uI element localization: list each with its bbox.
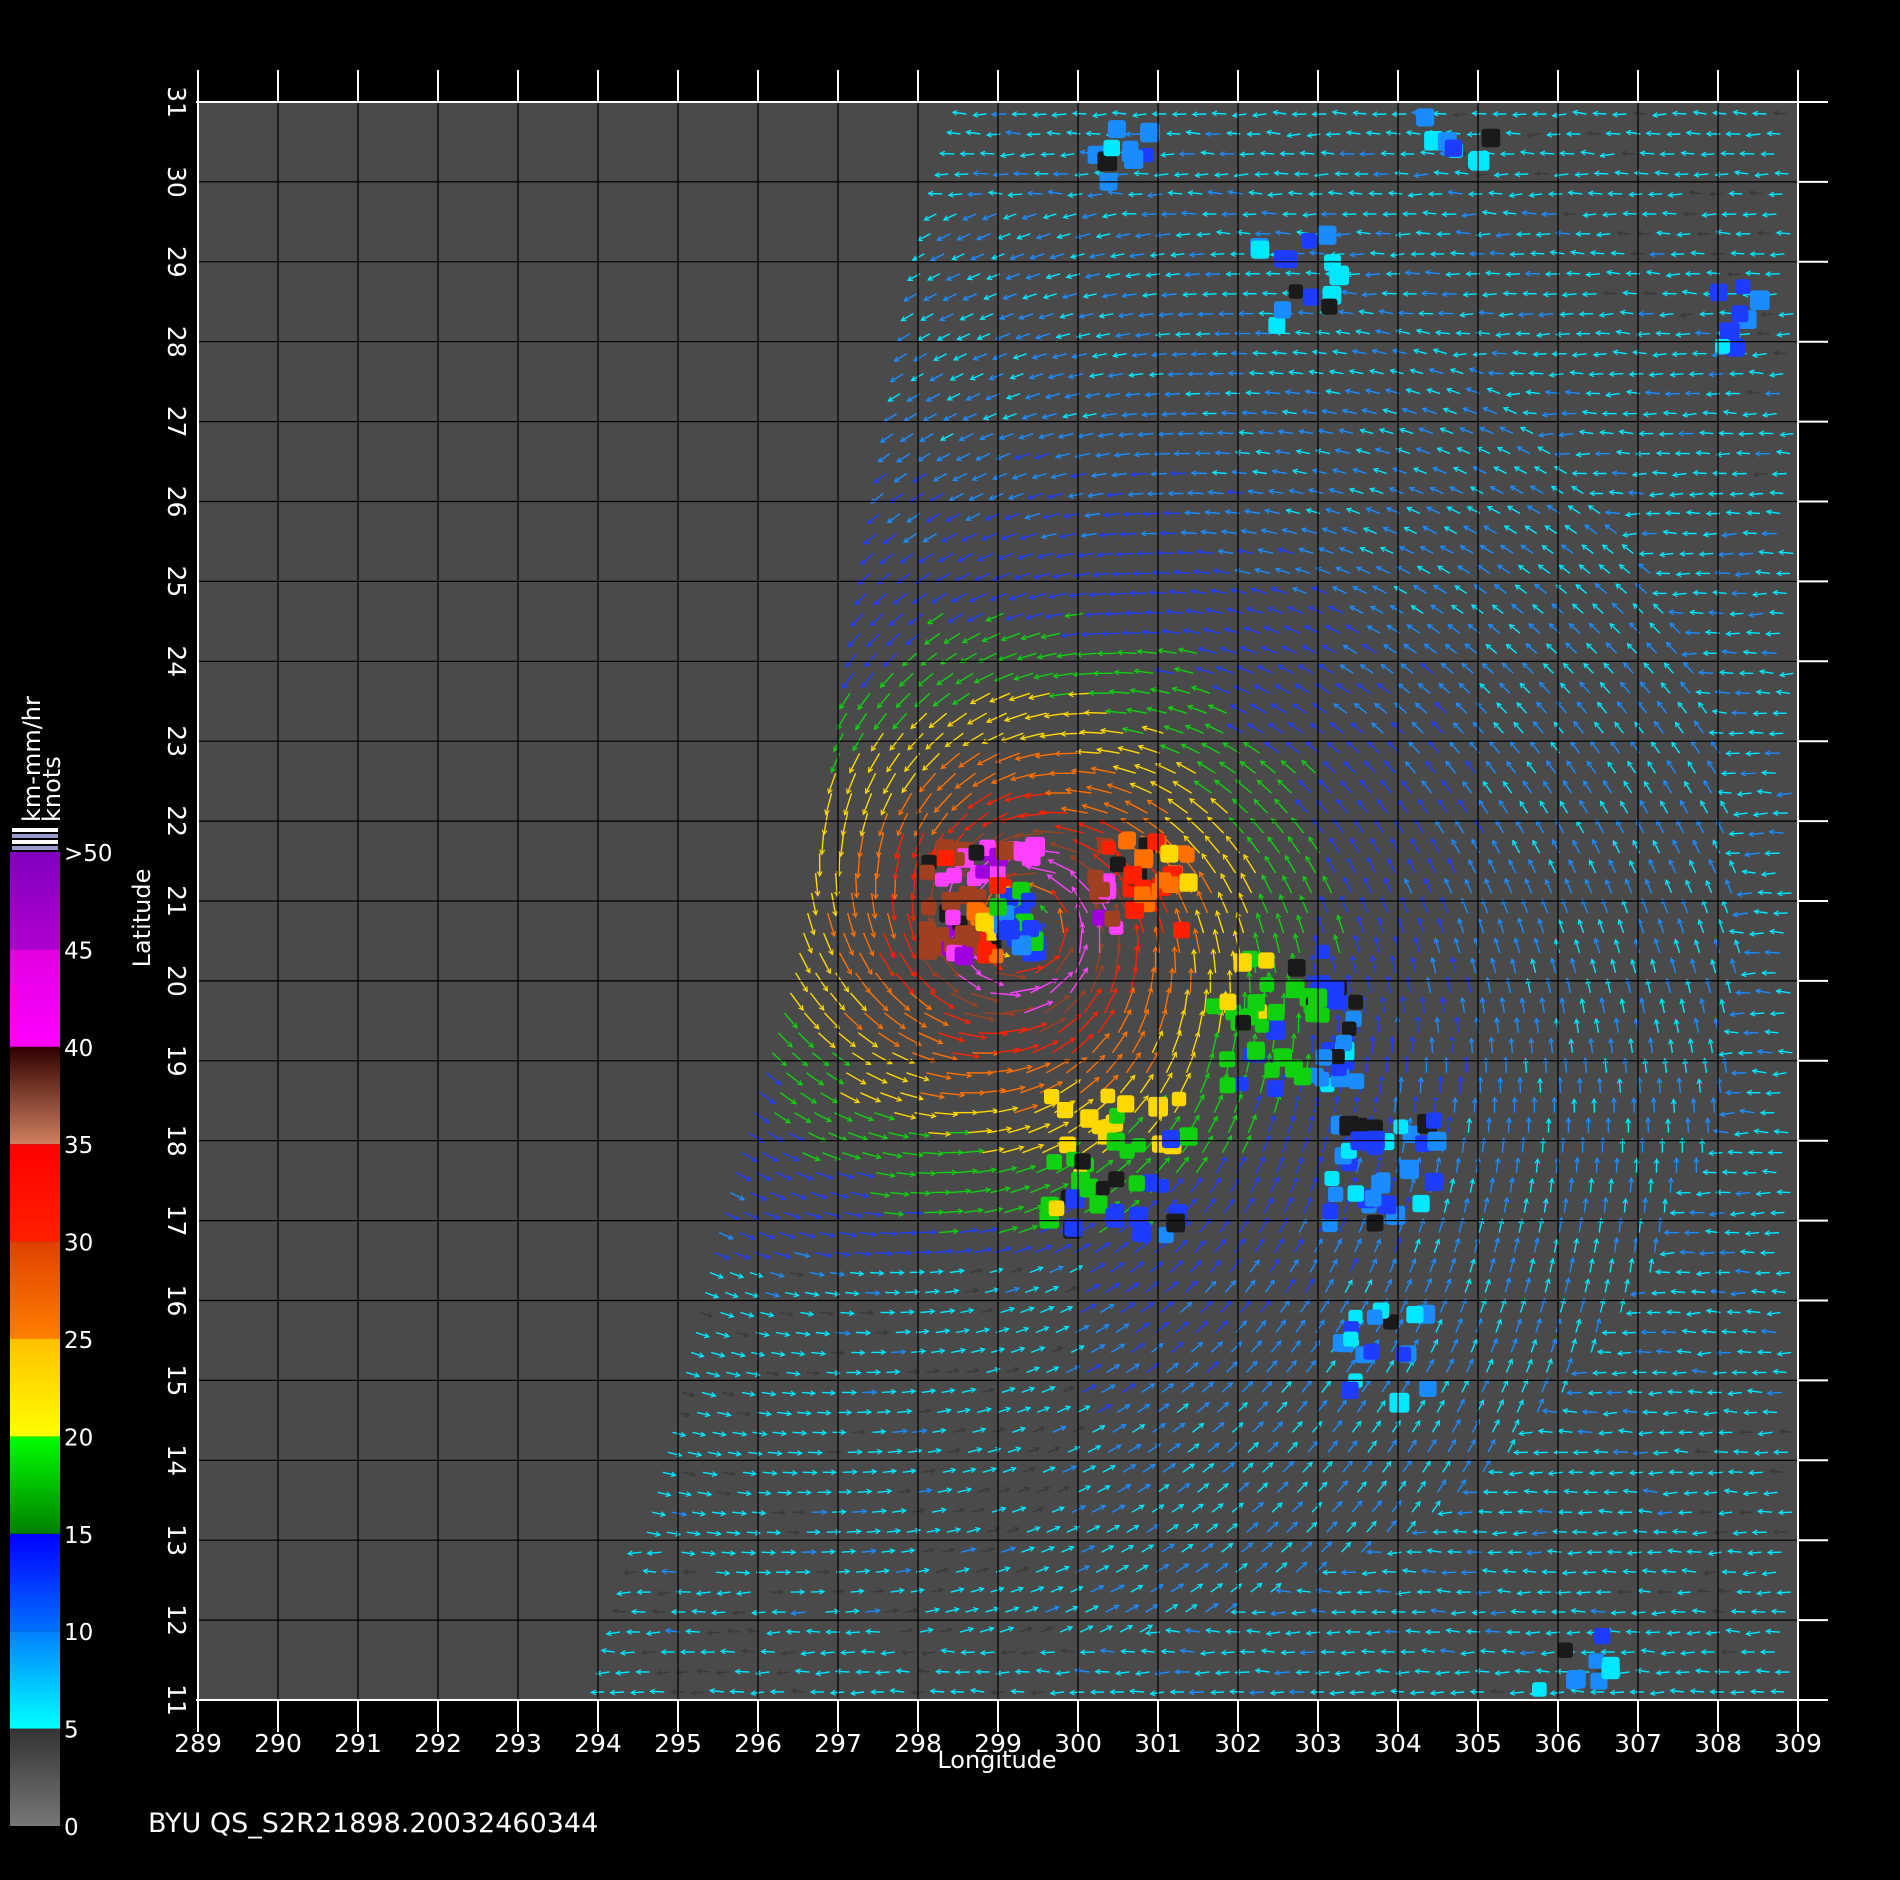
wind-vector [1534, 1451, 1548, 1454]
wind-vector [1766, 1092, 1781, 1095]
wind-vector [1613, 1098, 1616, 1113]
wind-vector [1527, 1117, 1530, 1133]
wind-vector [1581, 1651, 1595, 1654]
wind-vector [1300, 1651, 1315, 1654]
wind-vector [735, 1670, 750, 1673]
wind-vector [1567, 1391, 1582, 1394]
wind-vector [1778, 1511, 1793, 1514]
wind-vector [1728, 1151, 1743, 1154]
wind-vector [1189, 1691, 1205, 1694]
wind-vector [1365, 1056, 1368, 1073]
wind-vector [899, 1231, 917, 1234]
wind-vector [1613, 1451, 1628, 1453]
wind-vector [1391, 1610, 1406, 1613]
wind-vector [837, 1491, 851, 1493]
wind-vector [1621, 1651, 1635, 1654]
wind-vector [807, 1451, 822, 1454]
wind-vector [1448, 1551, 1462, 1553]
wind-vector [730, 1690, 745, 1693]
wind-vector [832, 1511, 846, 1513]
wind-vector [1735, 1671, 1750, 1674]
wind-vector [838, 853, 841, 876]
wind-vector [1419, 1077, 1422, 1093]
wind-vector [1627, 1391, 1642, 1394]
wind-vector [1722, 1171, 1737, 1174]
wind-vector [1751, 1690, 1765, 1693]
wind-vector [855, 1331, 870, 1334]
wind-vector [1667, 1119, 1670, 1133]
wind-vector [1228, 970, 1232, 993]
wind-vector [812, 1431, 827, 1434]
wind-vector [961, 1651, 975, 1654]
wind-vector [1744, 951, 1760, 954]
wind-vector [1646, 1631, 1661, 1634]
wind-vector [1376, 1015, 1380, 1033]
wind-vector [1041, 1651, 1055, 1654]
figure-svg: 289 290 291 292 293 294 295 296 297 298 299 300 301 3… [0, 0, 1900, 1880]
wind-vector [919, 1231, 937, 1234]
scatterometer-wind-figure: 289 290 291 292 293 294 295 296 297 298 299 300 301 3… [0, 0, 1900, 1880]
wind-vector [1439, 1076, 1442, 1093]
wind-vector [1381, 1650, 1395, 1653]
wind-vector [1687, 1550, 1702, 1553]
plot-area [197, 101, 1799, 1701]
wind-vector [1633, 1098, 1636, 1113]
wind-vector [761, 1551, 775, 1554]
wind-vector [909, 1271, 924, 1274]
wind-vector [1582, 1571, 1597, 1574]
wind-vector [1441, 1571, 1457, 1574]
wind-vector [1581, 1137, 1584, 1153]
wind-vector [1411, 1036, 1414, 1053]
wind-vector [1668, 1391, 1682, 1394]
wind-vector [1539, 1078, 1542, 1093]
wind-vector [900, 1311, 914, 1314]
wind-vector [1582, 1411, 1598, 1414]
wind-vector [1504, 1057, 1508, 1073]
wind-vector [914, 1251, 931, 1254]
wind-vector [1559, 1077, 1562, 1093]
wind-vector [1095, 1670, 1110, 1673]
wind-vector [916, 1172, 936, 1175]
wind-vector [1703, 1171, 1717, 1174]
wind-vector [1655, 1271, 1670, 1274]
wind-vector [1671, 1610, 1686, 1613]
wind-vector [1039, 811, 1068, 814]
wind-vector [1680, 1251, 1695, 1254]
wind-vector [936, 1670, 950, 1673]
wind-vector [1431, 1037, 1434, 1053]
wind-vector [842, 1471, 857, 1473]
wind-vector [1728, 1471, 1743, 1473]
wind-vector [810, 1590, 825, 1593]
wind-vector [1385, 1056, 1388, 1073]
wind-vector [786, 1630, 801, 1633]
wind-vector [978, 1032, 1008, 1035]
wind-vector [1615, 1158, 1618, 1173]
wind-vector [905, 1291, 920, 1294]
wind-vector [904, 1211, 923, 1214]
wind-vector [631, 1610, 646, 1613]
wind-vector [1669, 1177, 1672, 1193]
wind-vector [910, 1191, 930, 1195]
wind-vector [891, 1351, 906, 1354]
wind-vector [1716, 1351, 1732, 1354]
wind-vector [1751, 1610, 1766, 1613]
wind-vector [1635, 1158, 1638, 1173]
wind-vector [1473, 1098, 1476, 1113]
wind-vector [1687, 1118, 1690, 1133]
